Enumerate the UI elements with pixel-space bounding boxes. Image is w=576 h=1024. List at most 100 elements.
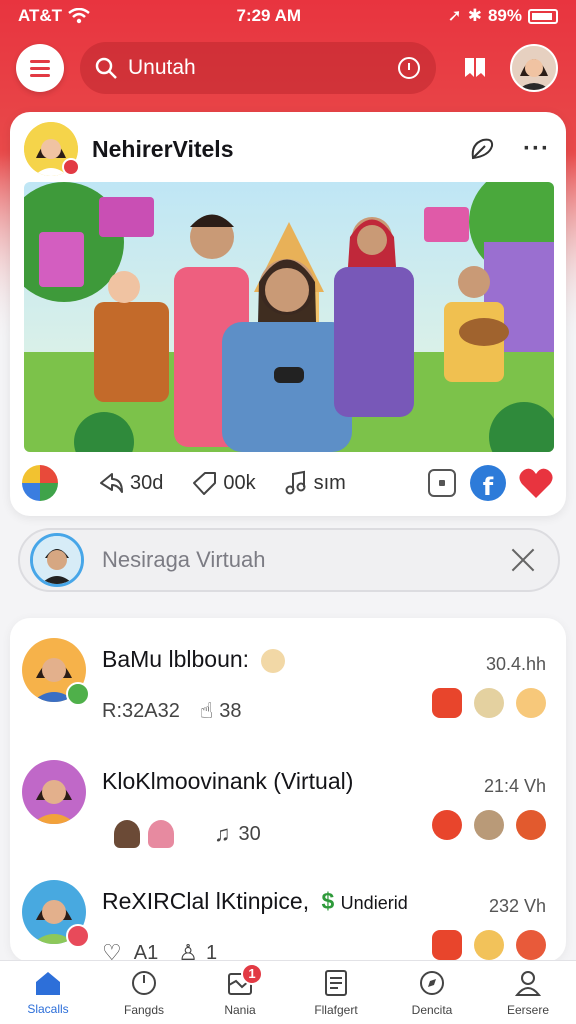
music-count[interactable]: sım: [284, 470, 346, 496]
more-options-icon[interactable]: ···: [523, 137, 550, 161]
nav-label: Eersere: [506, 1002, 550, 1017]
music-note-icon: [285, 470, 306, 495]
battery-icon: [528, 8, 558, 24]
list-item-title: ReXIRClal lKtinpice, $ Undierid: [102, 888, 408, 915]
carrier-label: AT&T: [18, 6, 63, 25]
avatar-face: [22, 760, 86, 824]
top-bar: Unutah: [16, 40, 562, 96]
list-item-time: 21:4 Vh: [483, 776, 546, 796]
status-time: 7:29 AM: [236, 6, 302, 25]
message-input[interactable]: Nesiraga Virtuah: [102, 547, 508, 573]
message-bar[interactable]: Nesiraga Virtuah: [18, 528, 560, 592]
post-card: NehirerVitels ··· 30d 00k sım f: [10, 112, 566, 516]
post-author-avatar[interactable]: [24, 122, 80, 176]
list-item-meta: ♫ 30: [114, 820, 261, 848]
nav-item-nania[interactable]: 1 Nania: [195, 962, 285, 1017]
voice-icon[interactable]: [396, 55, 422, 81]
list-item-title-text: ReXIRClal lKtinpice,: [102, 888, 310, 914]
post-header: NehirerVitels: [24, 122, 233, 176]
tag-icon: [193, 472, 217, 495]
save-square-icon[interactable]: [428, 469, 456, 497]
nav-label: Slacalls: [27, 1001, 69, 1016]
status-bar: AT&T 7:29 AM ➚ ✱ 89%: [0, 0, 576, 32]
music-note-icon[interactable]: [516, 688, 546, 718]
profile-avatar[interactable]: [510, 44, 558, 92]
bluetooth-icon: ✱: [467, 6, 482, 25]
timer-icon: [132, 970, 156, 995]
reaction-group: [432, 810, 546, 840]
app-logo-icon[interactable]: [22, 465, 58, 501]
menu-icon-line: [30, 66, 50, 70]
share-icon: [100, 473, 123, 493]
menu-button[interactable]: [16, 44, 64, 92]
live-badge: [62, 158, 80, 176]
reaction-icon[interactable]: [516, 810, 546, 840]
share-count-value: 30d: [130, 471, 164, 494]
message-avatar: [30, 533, 84, 587]
list-item-meta-b: 38: [219, 699, 242, 722]
tag-icon[interactable]: [467, 134, 497, 164]
list-item-time: 232 Vh: [488, 896, 546, 916]
nav-item-fllafgert[interactable]: Fllafgert: [291, 969, 381, 1017]
sticker-icon: [114, 820, 140, 848]
dollar-icon: $: [321, 888, 335, 914]
reaction-icon[interactable]: [432, 688, 462, 718]
document-icon: [325, 969, 347, 996]
avatar-face: [33, 536, 81, 584]
nav-label: Nania: [224, 1002, 256, 1017]
menu-icon-line: [30, 59, 50, 63]
search-input[interactable]: Unutah: [128, 56, 396, 80]
comment-count[interactable]: 00k: [191, 470, 256, 496]
post-footer: 30d 00k sım f: [22, 462, 554, 504]
reaction-icon[interactable]: [432, 930, 462, 960]
list-item[interactable]: KloKlmoovinank (Virtual) 21:4 Vh ♫ 30: [22, 750, 554, 850]
post-header-actions: ···: [467, 134, 550, 164]
avatar-face: [512, 46, 556, 90]
menu-icon-line: [30, 73, 50, 77]
music-note-icon[interactable]: [516, 930, 546, 960]
nav-label: Dencita: [411, 1002, 453, 1017]
reaction-icon[interactable]: [474, 810, 504, 840]
list-item-meta: R:32A32 ☝ 38: [102, 698, 242, 724]
list-item[interactable]: BaMu lblboun: 30.4.hh R:32A32 ☝ 38: [22, 628, 554, 728]
bookmark-button[interactable]: [460, 53, 490, 83]
reaction-group: [432, 688, 546, 718]
nav-item-home[interactable]: Slacalls: [3, 970, 93, 1016]
list-avatar: [22, 638, 90, 706]
close-icon[interactable]: [508, 545, 538, 575]
post-image[interactable]: [24, 182, 554, 452]
location-icon: ➚: [447, 6, 462, 25]
heart-icon[interactable]: [518, 466, 554, 500]
music-count-value: sım: [313, 471, 346, 494]
home-icon: [36, 971, 60, 995]
notification-badge: 1: [241, 962, 263, 985]
like-icon: ☝: [199, 698, 214, 723]
list-item-title-text: BaMu lblboun:: [102, 646, 250, 672]
battery-percent: 89%: [487, 6, 522, 25]
nav-item-fangds[interactable]: Fangds: [99, 969, 189, 1017]
list-item-meta-a: R:32A32: [102, 699, 180, 722]
share-count[interactable]: 30d: [98, 470, 163, 496]
compass-icon: [420, 970, 444, 995]
search-bar[interactable]: Unutah: [80, 42, 436, 94]
list-avatar: [22, 760, 86, 824]
list-avatar: [22, 880, 90, 948]
reaction-group: [432, 930, 546, 960]
chat-list: BaMu lblboun: 30.4.hh R:32A32 ☝ 38 KloKl…: [10, 618, 566, 965]
reaction-icon[interactable]: [474, 930, 504, 960]
list-item-title: KloKlmoovinank (Virtual): [102, 768, 354, 794]
comment-count-value: 00k: [223, 471, 256, 494]
status-badge: [66, 682, 90, 706]
emoji-icon: [261, 648, 286, 673]
facebook-icon[interactable]: f: [470, 465, 506, 501]
person-icon: [514, 970, 542, 996]
list-item[interactable]: ReXIRClal lKtinpice, $ Undierid 232 Vh ♡…: [22, 870, 554, 970]
reaction-icon[interactable]: [432, 810, 462, 840]
post-illustration: [24, 182, 554, 452]
post-author-name[interactable]: NehirerVitels: [92, 136, 233, 163]
list-item-subtitle: Undierid: [340, 893, 408, 913]
reaction-icon[interactable]: [474, 688, 504, 718]
list-item-meta-b: 30: [238, 822, 261, 845]
nav-item-profile[interactable]: Eersere: [483, 969, 573, 1017]
nav-item-dencita[interactable]: Dencita: [387, 969, 477, 1017]
